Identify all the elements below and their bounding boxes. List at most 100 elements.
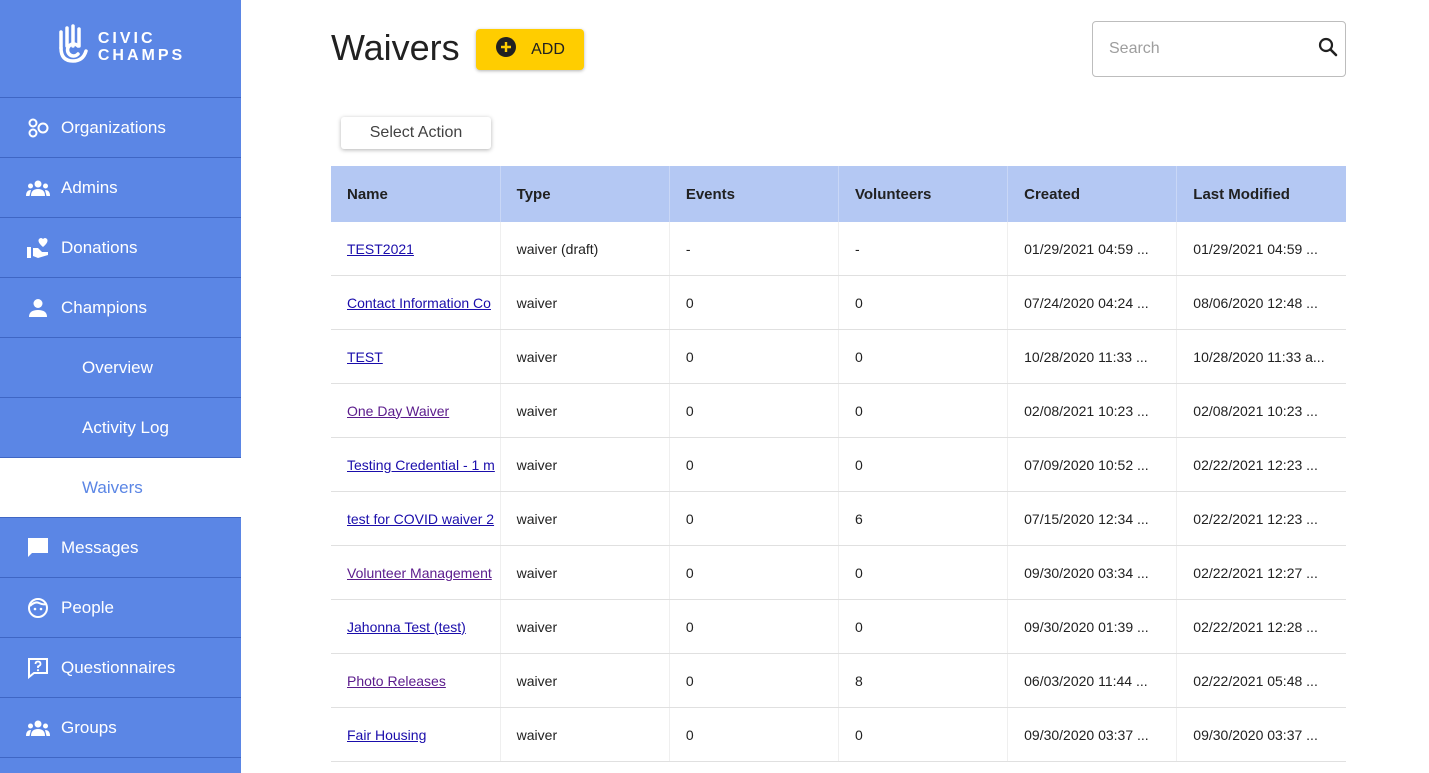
brand-logo[interactable]: CIVIC CHAMPS [0, 0, 241, 98]
waiver-name-link[interactable]: TEST2021 [347, 241, 414, 257]
table-row: Fair Housing waiver 0 0 09/30/2020 03:37… [331, 707, 1346, 762]
column-header-volunteers[interactable]: Volunteers [838, 166, 1009, 222]
waiver-name-link[interactable]: Volunteer Management [347, 565, 492, 581]
table-row: Volunteer Management waiver 0 0 09/30/20… [331, 545, 1346, 600]
search-icon[interactable] [1318, 37, 1338, 62]
waiver-volunteers: 6 [838, 491, 1009, 546]
sidebar-item-admins[interactable]: Admins [0, 158, 241, 218]
waiver-created: 06/03/2020 11:44 ... [1007, 653, 1178, 708]
waiver-name-link[interactable]: TEST [347, 349, 383, 365]
table-row: TEST waiver 0 0 10/28/2020 11:33 ... 10/… [331, 329, 1346, 384]
column-header-name[interactable]: Name [331, 166, 501, 222]
column-header-created[interactable]: Created [1007, 166, 1178, 222]
waiver-type: waiver [500, 707, 670, 762]
select-action-button[interactable]: Select Action [341, 117, 491, 149]
waivers-table: Name Type Events Volunteers Created Last… [331, 166, 1346, 762]
table-row: Contact Information Co waiver 0 0 07/24/… [331, 275, 1346, 330]
person-icon [26, 296, 50, 320]
waiver-created: 09/30/2020 03:37 ... [1007, 707, 1178, 762]
waiver-events: 0 [669, 383, 839, 438]
waiver-events: 0 [669, 491, 839, 546]
sidebar-item-label: Champions [61, 297, 147, 317]
search-input[interactable] [1107, 39, 1318, 59]
sidebar-item-activity-log[interactable]: Activity Log [0, 398, 241, 458]
waiver-last-modified: 08/06/2020 12:48 ... [1176, 275, 1346, 330]
waiver-last-modified: 01/29/2021 04:59 ... [1176, 222, 1346, 276]
waiver-name-link[interactable]: Testing Credential - 1 m [347, 457, 495, 473]
waiver-events: 0 [669, 707, 839, 762]
waiver-name-link[interactable]: Jahonna Test (test) [347, 619, 466, 635]
sidebar-item-overview[interactable]: Overview [0, 338, 241, 398]
table-row: One Day Waiver waiver 0 0 02/08/2021 10:… [331, 383, 1346, 438]
table-row: test for COVID waiver 2 waiver 0 6 07/15… [331, 491, 1346, 546]
brand-line-2: CHAMPS [97, 46, 186, 64]
waiver-type: waiver [500, 599, 670, 654]
table-row: Testing Credential - 1 m waiver 0 0 07/0… [331, 437, 1346, 492]
waiver-created: 10/28/2020 11:33 ... [1007, 329, 1178, 384]
waiver-events: 0 [669, 545, 839, 600]
waiver-name-link[interactable]: Photo Releases [347, 673, 446, 689]
waiver-type: waiver [500, 437, 670, 492]
waiver-created: 09/30/2020 01:39 ... [1007, 599, 1178, 654]
page-title: Waivers [331, 27, 460, 68]
waiver-volunteers: 0 [838, 545, 1009, 600]
sidebar-item-questionnaires[interactable]: Questionnaires [0, 638, 241, 698]
waiver-events: 0 [669, 653, 839, 708]
waiver-type: waiver [500, 545, 670, 600]
sidebar-item-label: Waivers [82, 477, 143, 497]
sidebar-item-messages[interactable]: Messages [0, 518, 241, 578]
table-header-row: Name Type Events Volunteers Created Last… [331, 166, 1346, 222]
chat-icon [26, 536, 50, 560]
waiver-events: - [669, 222, 839, 276]
waiver-name-link[interactable]: One Day Waiver [347, 403, 449, 419]
waiver-volunteers: 0 [838, 707, 1009, 762]
add-waiver-button[interactable]: ADD [476, 29, 584, 70]
waiver-last-modified: 09/30/2020 03:37 ... [1176, 707, 1346, 762]
waiver-name-link[interactable]: test for COVID waiver 2 [347, 511, 494, 527]
table-row: Jahonna Test (test) waiver 0 0 09/30/202… [331, 599, 1346, 654]
hand-logo-icon [56, 24, 90, 69]
sidebar-item-label: Messages [61, 537, 139, 557]
waiver-type: waiver [500, 383, 670, 438]
sidebar-item-label: Questionnaires [61, 657, 176, 677]
sidebar-item-label: Overview [82, 357, 153, 377]
sidebar-item-label: Organizations [61, 117, 166, 137]
add-circle-icon [495, 36, 517, 63]
admins-icon [26, 176, 50, 200]
waiver-name-link[interactable]: Contact Information Co [347, 295, 491, 311]
waiver-volunteers: 0 [838, 383, 1009, 438]
column-header-last-modified[interactable]: Last Modified [1176, 166, 1346, 222]
waiver-created: 02/08/2021 10:23 ... [1007, 383, 1178, 438]
sidebar-item-label: Admins [61, 177, 118, 197]
sidebar-item-waivers[interactable]: Waivers [0, 458, 241, 518]
donations-icon [26, 236, 50, 260]
waiver-created: 07/09/2020 10:52 ... [1007, 437, 1178, 492]
face-icon [26, 596, 50, 620]
brand-line-1: CIVIC [97, 29, 156, 47]
add-button-label: ADD [531, 40, 565, 58]
sidebar-item-organizations[interactable]: Organizations [0, 98, 241, 158]
waiver-last-modified: 10/28/2020 11:33 a... [1176, 329, 1346, 384]
column-header-events[interactable]: Events [669, 166, 839, 222]
waiver-last-modified: 02/22/2021 12:23 ... [1176, 437, 1346, 492]
waiver-volunteers: 0 [838, 329, 1009, 384]
table-row: Photo Releases waiver 0 8 06/03/2020 11:… [331, 653, 1346, 708]
sidebar-item-label: People [61, 597, 114, 617]
waiver-name-link[interactable]: Fair Housing [347, 727, 426, 743]
waiver-volunteers: 8 [838, 653, 1009, 708]
column-header-type[interactable]: Type [500, 166, 670, 222]
sidebar-item-groups[interactable]: Groups [0, 698, 241, 758]
waiver-last-modified: 02/22/2021 12:23 ... [1176, 491, 1346, 546]
waiver-last-modified: 02/22/2021 12:27 ... [1176, 545, 1346, 600]
waiver-last-modified: 02/22/2021 05:48 ... [1176, 653, 1346, 708]
groups-icon [26, 716, 50, 740]
waiver-events: 0 [669, 437, 839, 492]
waiver-last-modified: 02/22/2021 12:28 ... [1176, 599, 1346, 654]
sidebar-item-people[interactable]: People [0, 578, 241, 638]
waiver-volunteers: 0 [838, 599, 1009, 654]
waiver-type: waiver [500, 275, 670, 330]
sidebar: CIVIC CHAMPS Organizations Admins Donati… [0, 0, 241, 773]
sidebar-item-champions[interactable]: Champions [0, 278, 241, 338]
sidebar-item-donations[interactable]: Donations [0, 218, 241, 278]
sidebar-item-label: Groups [61, 717, 117, 737]
